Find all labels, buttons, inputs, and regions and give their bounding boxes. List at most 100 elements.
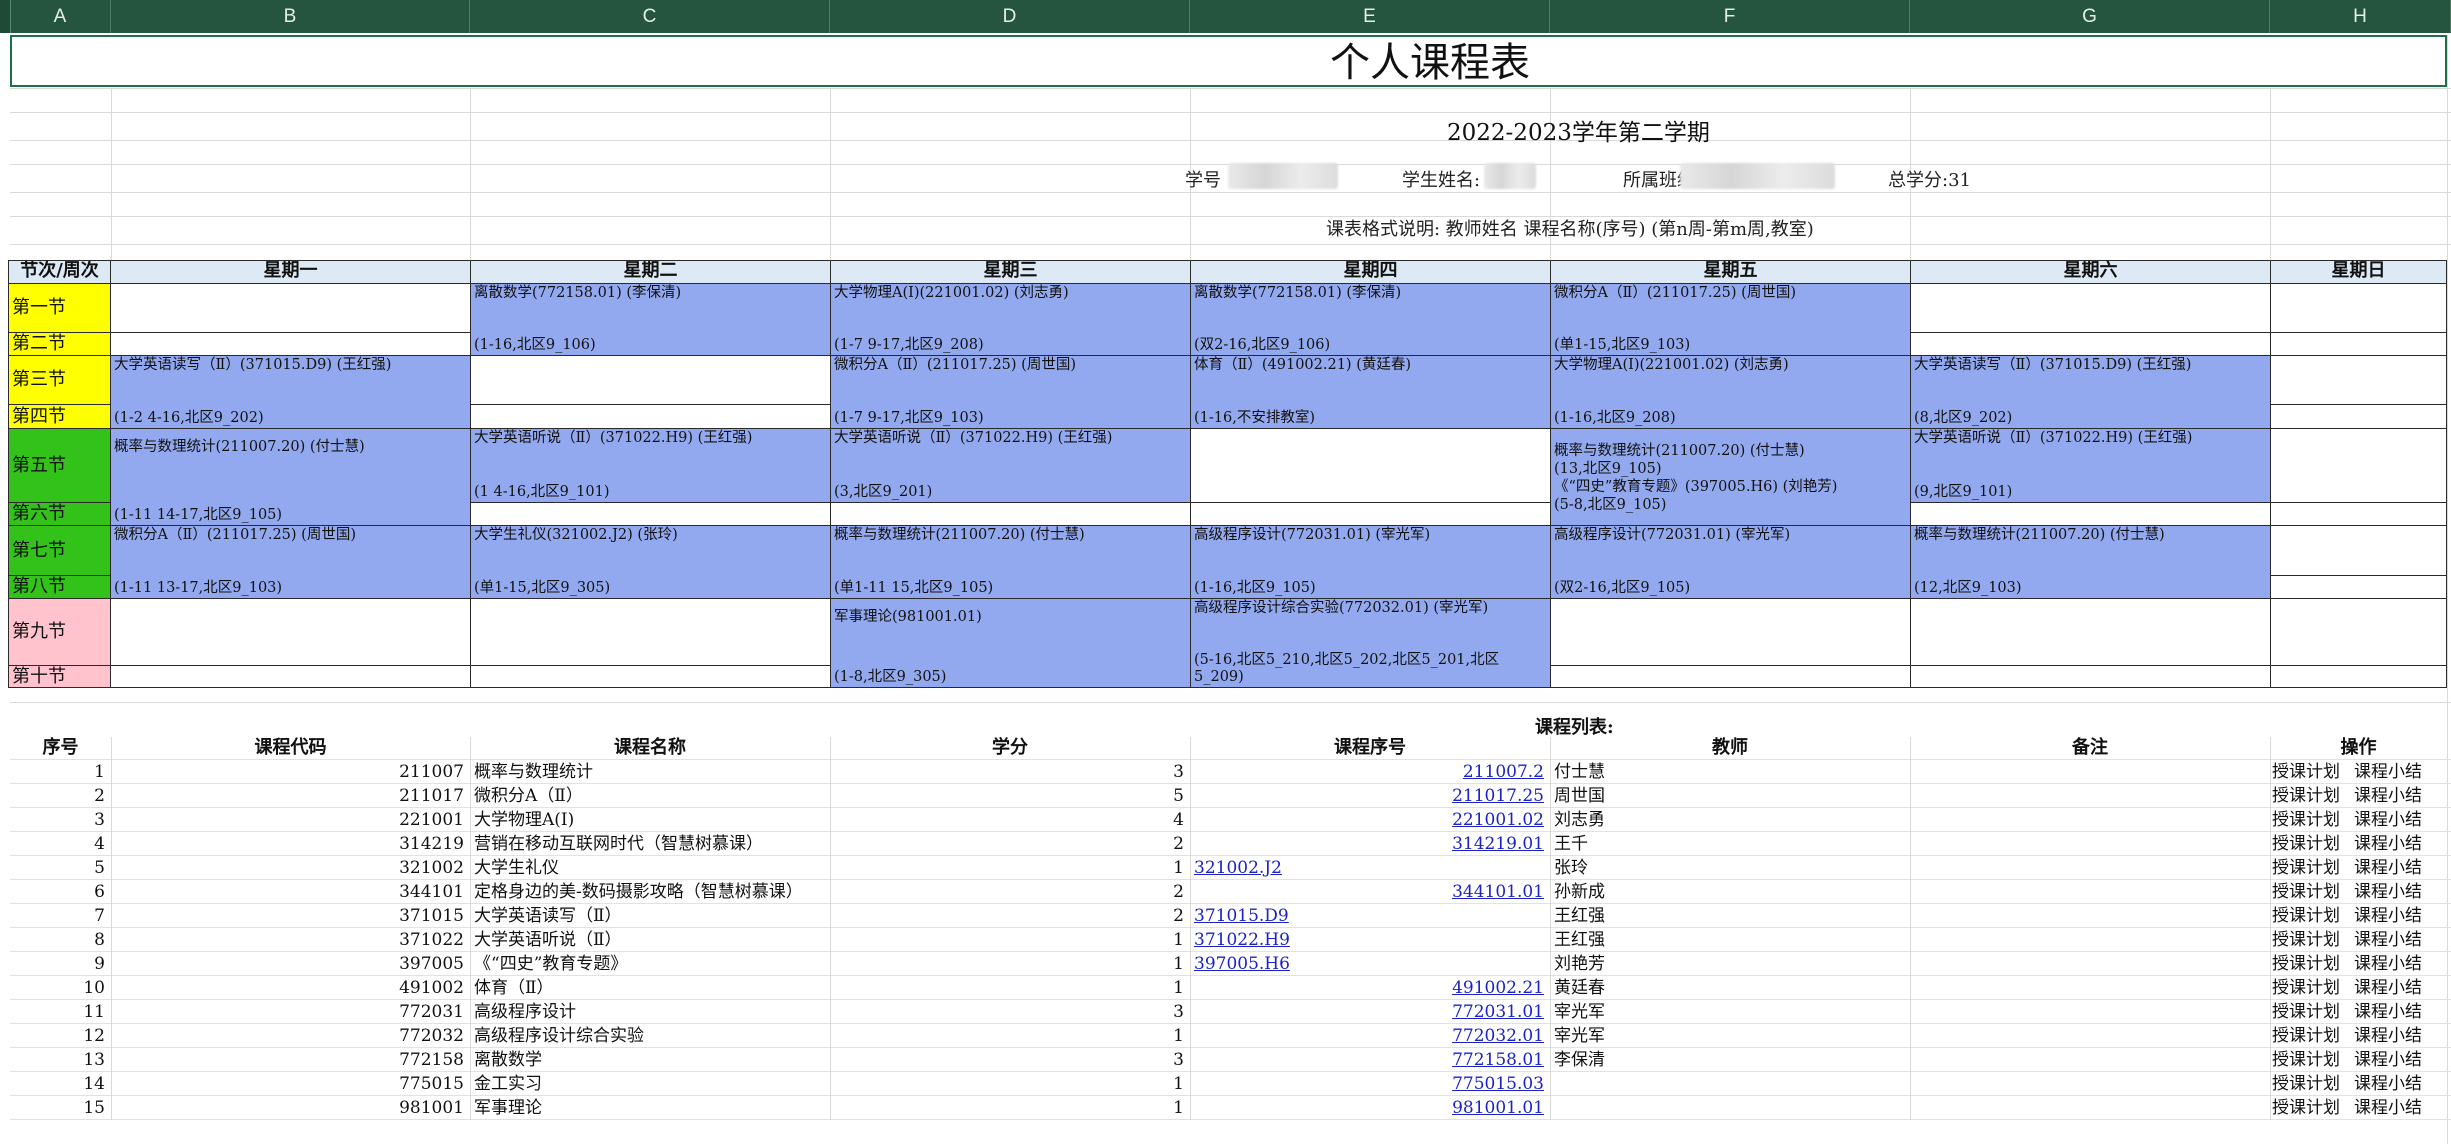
schedule-cell-empty[interactable]: [110, 598, 471, 666]
teaching-plan-link[interactable]: 授课计划: [2272, 832, 2350, 856]
course-block-fri-78[interactable]: 高级程序设计(772031.01) (宰光军) (双2-16,北区9_105): [1550, 525, 1911, 599]
schedule-cell-empty[interactable]: [470, 598, 831, 666]
teaching-plan-link[interactable]: 授课计划: [2272, 880, 2350, 904]
course-summary-link[interactable]: 课程小结: [2354, 880, 2444, 904]
teaching-plan-link[interactable]: 授课计划: [2272, 808, 2350, 832]
schedule-cell-empty[interactable]: [1190, 428, 1551, 503]
course-block-wed-56[interactable]: 大学英语听说（Ⅱ）(371022.H9) (王红强) (3,北区9_201): [830, 428, 1191, 503]
course-seq-link[interactable]: 211017.25: [1190, 784, 1544, 808]
schedule-cell-empty[interactable]: [1910, 283, 2271, 333]
course-block-sat-56[interactable]: 大学英语听说（Ⅱ）(371022.H9) (王红强) (9,北区9_101): [1910, 428, 2271, 503]
course-seq-link[interactable]: 772158.01: [1190, 1048, 1544, 1072]
teaching-plan-link[interactable]: 授课计划: [2272, 1072, 2350, 1096]
schedule-cell-empty[interactable]: [1550, 665, 1911, 688]
schedule-cell-empty[interactable]: [2270, 428, 2447, 503]
course-summary-link[interactable]: 课程小结: [2354, 784, 2444, 808]
course-seq-link[interactable]: 371015.D9: [1194, 904, 1544, 928]
teaching-plan-link[interactable]: 授课计划: [2272, 1096, 2350, 1120]
course-summary-link[interactable]: 课程小结: [2354, 976, 2444, 1000]
course-block-tue-78[interactable]: 大学生礼仪(321002.J2) (张玲) (单1-15,北区9_305): [470, 525, 831, 599]
course-block-mon-78[interactable]: 微积分A（Ⅱ）(211017.25) (周世国) (1-11 13-17,北区9…: [110, 525, 471, 599]
course-summary-link[interactable]: 课程小结: [2354, 952, 2444, 976]
course-summary-link[interactable]: 课程小结: [2354, 1048, 2444, 1072]
schedule-cell-empty[interactable]: [470, 502, 831, 526]
course-seq-link[interactable]: 397005.H6: [1194, 952, 1544, 976]
course-block-tue-56[interactable]: 大学英语听说（Ⅱ）(371022.H9) (王红强) (1 4-16,北区9_1…: [470, 428, 831, 503]
course-seq-link[interactable]: 775015.03: [1190, 1072, 1544, 1096]
course-seq-link[interactable]: 772031.01: [1190, 1000, 1544, 1024]
course-block-wed-34[interactable]: 微积分A（Ⅱ）(211017.25) (周世国) (1-7 9-17,北区9_1…: [830, 355, 1191, 429]
column-header-e[interactable]: E: [1190, 0, 1550, 33]
teaching-plan-link[interactable]: 授课计划: [2272, 856, 2350, 880]
course-summary-link[interactable]: 课程小结: [2354, 760, 2444, 784]
column-header-b[interactable]: B: [111, 0, 470, 33]
schedule-cell-empty[interactable]: [2270, 404, 2447, 429]
course-summary-link[interactable]: 课程小结: [2354, 856, 2444, 880]
course-block-sat-34[interactable]: 大学英语读写（Ⅱ）(371015.D9) (王红强) (8,北区9_202): [1910, 355, 2271, 429]
teaching-plan-link[interactable]: 授课计划: [2272, 1000, 2350, 1024]
course-block-thu-34[interactable]: 体育（Ⅱ）(491002.21) (黄廷春) (1-16,不安排教室): [1190, 355, 1551, 429]
schedule-cell-empty[interactable]: [1550, 598, 1911, 666]
schedule-cell-empty[interactable]: [2270, 355, 2447, 405]
schedule-cell-empty[interactable]: [110, 665, 471, 688]
column-header-h[interactable]: H: [2270, 0, 2451, 33]
selected-cell-a1[interactable]: [10, 35, 2447, 87]
schedule-cell-empty[interactable]: [2270, 502, 2447, 526]
course-summary-link[interactable]: 课程小结: [2354, 904, 2444, 928]
column-header-g[interactable]: G: [1910, 0, 2270, 33]
course-block-thu-910[interactable]: 高级程序设计综合实验(772032.01) (宰光军) (5-16,北区5_21…: [1190, 598, 1551, 688]
course-summary-link[interactable]: 课程小结: [2354, 808, 2444, 832]
schedule-cell-empty[interactable]: [470, 665, 831, 688]
schedule-cell-empty[interactable]: [470, 404, 831, 429]
course-block-mon-34[interactable]: 大学英语读写（Ⅱ）(371015.D9) (王红强) (1-2 4-16,北区9…: [110, 355, 471, 429]
schedule-cell-empty[interactable]: [110, 283, 471, 333]
schedule-cell-empty[interactable]: [1910, 502, 2271, 526]
schedule-cell-empty[interactable]: [830, 502, 1191, 526]
course-block-mon-56[interactable]: 概率与数理统计(211007.20) (付士慧) (1-11 14-17,北区9…: [110, 428, 471, 526]
schedule-cell-empty[interactable]: [1910, 665, 2271, 688]
schedule-cell-empty[interactable]: [2270, 332, 2447, 356]
schedule-cell-empty[interactable]: [1910, 598, 2271, 666]
course-block-wed-910[interactable]: 军事理论(981001.01) (1-8,北区9_305): [830, 598, 1191, 688]
course-block-fri-34[interactable]: 大学物理A(Ⅰ)(221001.02) (刘志勇) (1-16,北区9_208): [1550, 355, 1911, 429]
course-block-fri-56[interactable]: 概率与数理统计(211007.20) (付士慧) (13,北区9_105) 《“…: [1550, 428, 1911, 526]
column-header-a[interactable]: A: [10, 0, 111, 33]
schedule-cell-empty[interactable]: [1190, 502, 1551, 526]
column-header-c[interactable]: C: [470, 0, 830, 33]
schedule-cell-empty[interactable]: [2270, 525, 2447, 576]
schedule-cell-empty[interactable]: [470, 355, 831, 405]
schedule-cell-empty[interactable]: [2270, 283, 2447, 333]
course-block-fri-12[interactable]: 微积分A（Ⅱ）(211017.25) (周世国) (单1-15,北区9_103): [1550, 283, 1911, 356]
course-summary-link[interactable]: 课程小结: [2354, 1000, 2444, 1024]
teaching-plan-link[interactable]: 授课计划: [2272, 1048, 2350, 1072]
course-summary-link[interactable]: 课程小结: [2354, 1024, 2444, 1048]
teaching-plan-link[interactable]: 授课计划: [2272, 784, 2350, 808]
course-block-wed-12[interactable]: 大学物理A(Ⅰ)(221001.02) (刘志勇) (1-7 9-17,北区9_…: [830, 283, 1191, 356]
teaching-plan-link[interactable]: 授课计划: [2272, 952, 2350, 976]
column-header-d[interactable]: D: [830, 0, 1190, 33]
teaching-plan-link[interactable]: 授课计划: [2272, 976, 2350, 1000]
schedule-cell-empty[interactable]: [110, 332, 471, 356]
course-seq-link[interactable]: 772032.01: [1190, 1024, 1544, 1048]
course-seq-link[interactable]: 211007.2: [1190, 760, 1544, 784]
schedule-cell-empty[interactable]: [2270, 598, 2447, 666]
course-block-wed-78[interactable]: 概率与数理统计(211007.20) (付士慧) (单1-11 15,北区9_1…: [830, 525, 1191, 599]
teaching-plan-link[interactable]: 授课计划: [2272, 1024, 2350, 1048]
course-block-thu-12[interactable]: 离散数学(772158.01) (李保清) (双2-16,北区9_106): [1190, 283, 1551, 356]
schedule-cell-empty[interactable]: [1910, 332, 2271, 356]
course-seq-link[interactable]: 371022.H9: [1194, 928, 1544, 952]
teaching-plan-link[interactable]: 授课计划: [2272, 928, 2350, 952]
course-seq-link[interactable]: 981001.01: [1190, 1096, 1544, 1120]
course-summary-link[interactable]: 课程小结: [2354, 928, 2444, 952]
teaching-plan-link[interactable]: 授课计划: [2272, 760, 2350, 784]
course-seq-link[interactable]: 221001.02: [1190, 808, 1544, 832]
course-summary-link[interactable]: 课程小结: [2354, 832, 2444, 856]
course-block-tue-12[interactable]: 离散数学(772158.01) (李保清) (1-16,北区9_106): [470, 283, 831, 356]
course-block-sat-78[interactable]: 概率与数理统计(211007.20) (付士慧) (12,北区9_103): [1910, 525, 2271, 599]
course-block-thu-78[interactable]: 高级程序设计(772031.01) (宰光军) (1-16,北区9_105): [1190, 525, 1551, 599]
course-seq-link[interactable]: 321002.J2: [1194, 856, 1544, 880]
course-summary-link[interactable]: 课程小结: [2354, 1096, 2444, 1120]
schedule-cell-empty[interactable]: [2270, 575, 2447, 599]
course-seq-link[interactable]: 344101.01: [1190, 880, 1544, 904]
teaching-plan-link[interactable]: 授课计划: [2272, 904, 2350, 928]
